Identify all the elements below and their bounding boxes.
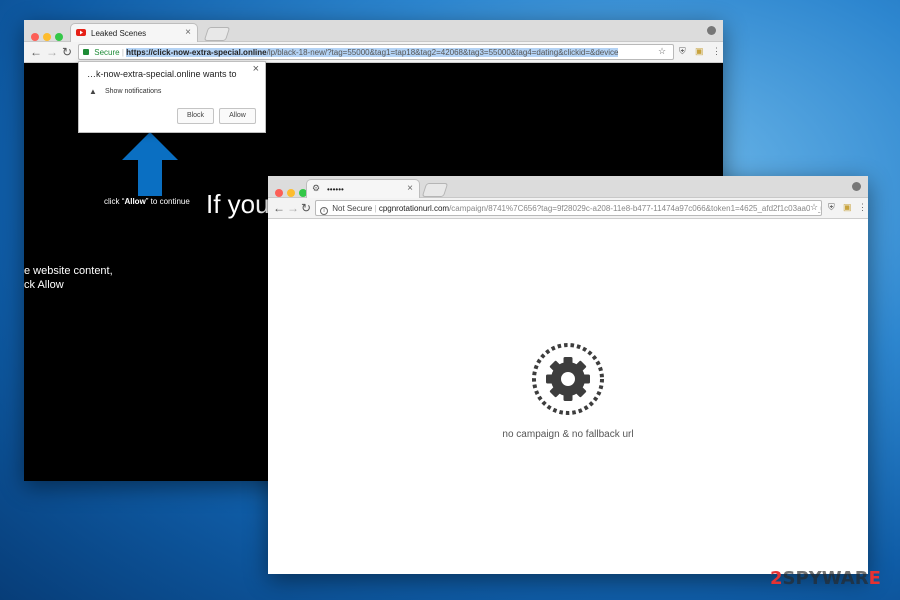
url-path: /lp/black-18-new/?tag=55000&tag1=tap18&t…	[266, 48, 619, 57]
click-allow-instruction: click “Allow” to continue	[104, 197, 190, 206]
tab-close-icon[interactable]: ×	[407, 183, 413, 194]
tab-title: Leaked Scenes	[91, 29, 147, 38]
notification-permission-popup: …k-now-extra-special.online wants to × ▲…	[78, 61, 266, 133]
close-window-button[interactable]	[31, 33, 39, 41]
profile-icon[interactable]	[707, 26, 716, 35]
instruction-prefix: click “	[104, 197, 125, 206]
forward-arrow-icon[interactable]: →	[287, 201, 299, 215]
page-content: no campaign & no fallback url	[268, 219, 868, 574]
reload-icon[interactable]: ↻	[62, 45, 72, 59]
gear-tab-icon: ⚙	[312, 183, 321, 193]
info-icon: i	[320, 207, 328, 215]
extension-photo-icon[interactable]: ▣	[843, 202, 852, 213]
bookmark-star-icon[interactable]: ☆	[658, 46, 667, 57]
tab-title: ••••••	[327, 185, 344, 194]
not-secure-label: Not Secure	[332, 204, 373, 213]
address-bar[interactable]: i Not Secure | cpgnrotationurl.com/campa…	[315, 200, 822, 216]
bell-icon: ▲	[89, 87, 97, 96]
profile-icon[interactable]	[852, 182, 861, 191]
left-text-line2: ck Allow	[24, 279, 64, 291]
2spyware-watermark-logo: 2SPYWARE	[770, 568, 881, 589]
blue-arrow-icon	[122, 132, 178, 196]
tab-leaked-scenes[interactable]: Leaked Scenes ×	[70, 23, 198, 43]
zoom-window-button[interactable]	[55, 33, 63, 41]
forward-arrow-icon[interactable]: →	[46, 45, 58, 59]
tab-campaign[interactable]: ⚙ •••••• ×	[306, 179, 420, 199]
popup-close-icon[interactable]: ×	[253, 63, 259, 75]
close-window-button[interactable]	[275, 189, 283, 197]
extension-photo-icon[interactable]: ▣	[695, 46, 704, 57]
tab-bar: ⚙ •••••• ×	[268, 176, 868, 199]
url-selection: https://click-now-extra-special.online/l…	[126, 48, 619, 57]
allow-button[interactable]: Allow	[219, 108, 256, 124]
url-path: /campaign/8741%7C656?tag=9f28029c-a208-1…	[449, 204, 822, 213]
extension-shield-icon[interactable]: ⛨	[828, 202, 835, 213]
lock-icon	[83, 49, 89, 55]
menu-dots-icon[interactable]: ⋮	[858, 202, 867, 213]
headline-text: If you	[206, 189, 270, 219]
gear-icon	[532, 343, 604, 415]
permission-label: Show notifications	[105, 88, 162, 95]
minimize-window-button[interactable]	[287, 189, 295, 197]
url-host: https://click-now-extra-special.online	[126, 48, 267, 57]
block-button[interactable]: Block	[177, 108, 214, 124]
url-host: cpgnrotationurl.com	[378, 204, 450, 213]
toolbar: ← → ↻ i Not Secure | cpgnrotationurl.com…	[268, 198, 868, 219]
menu-dots-icon[interactable]: ⋮	[712, 46, 721, 57]
back-arrow-icon[interactable]: ←	[273, 201, 285, 215]
toolbar: ← → ↻ Secure | https://click-now-extra-s…	[24, 42, 723, 63]
bookmark-star-icon[interactable]: ☆	[810, 202, 819, 213]
new-tab-button[interactable]	[203, 27, 231, 41]
minimize-window-button[interactable]	[43, 33, 51, 41]
youtube-icon	[76, 29, 86, 36]
watermark-e: E	[868, 568, 881, 589]
tab-close-icon[interactable]: ×	[185, 27, 191, 38]
watermark-spy: SPYWAR	[782, 568, 869, 589]
back-arrow-icon[interactable]: ←	[30, 45, 42, 59]
browser-window-campaign: ⚙ •••••• × ← → ↻ i Not Secure | cpgnrota…	[268, 176, 868, 574]
instruction-allow: Allow	[124, 197, 146, 206]
instruction-suffix: ” to continue	[145, 197, 190, 206]
popup-title: …k-now-extra-special.online wants to	[87, 69, 237, 79]
watermark-digit: 2	[770, 568, 783, 589]
address-bar[interactable]: Secure | https://click-now-extra-special…	[78, 44, 674, 60]
error-message: no campaign & no fallback url	[502, 429, 634, 440]
new-tab-button[interactable]	[421, 183, 449, 197]
extension-shield-icon[interactable]: ⛨	[679, 46, 686, 57]
left-text-line1: e website content,	[24, 265, 113, 277]
reload-icon[interactable]: ↻	[301, 201, 311, 215]
secure-label: Secure	[94, 48, 120, 57]
tab-bar: Leaked Scenes ×	[24, 20, 723, 43]
